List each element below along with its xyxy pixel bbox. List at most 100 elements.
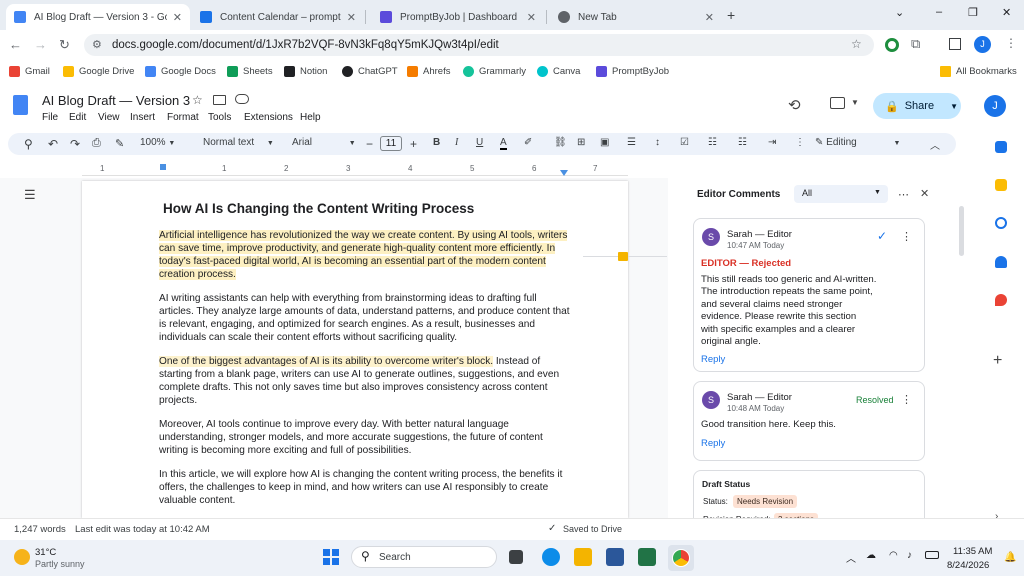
left-indent-marker[interactable] (160, 164, 166, 170)
task-view-icon[interactable] (509, 550, 523, 564)
weather-temp[interactable]: 31°C (35, 547, 56, 558)
menu-view[interactable]: View (98, 112, 120, 123)
close-tab-icon[interactable]: ✕ (347, 11, 356, 24)
close-window-button[interactable]: ✕ (1002, 6, 1011, 19)
chrome-icon[interactable] (672, 549, 690, 567)
italic-icon[interactable]: I (455, 137, 458, 148)
google-docs-logo-icon[interactable] (13, 95, 28, 115)
tab-search-icon[interactable]: ⌄ (895, 6, 904, 19)
bookmark-ahrefs[interactable]: Ahrefs (407, 66, 450, 77)
menu-edit[interactable]: Edit (69, 112, 86, 123)
minimize-button[interactable]: – (936, 6, 942, 18)
indent-icon[interactable]: ⇥ (768, 137, 776, 148)
menu-insert[interactable]: Insert (130, 112, 155, 123)
line-spacing-icon[interactable]: ↕ (655, 137, 660, 148)
insert-image-icon[interactable]: ▣ (600, 137, 609, 148)
volume-icon[interactable]: ♪ (907, 550, 912, 561)
bookmark-google-drive[interactable]: Google Drive (63, 66, 134, 77)
tab-promptbyjob-dashboard[interactable]: PromptByJob | Dashboard ✕ (372, 4, 544, 30)
underline-icon[interactable]: U (476, 137, 483, 148)
menu-file[interactable]: File (42, 112, 58, 123)
bookmark-chatgpt[interactable]: ChatGPT (342, 66, 398, 77)
style-select[interactable]: Normal text ▼ (203, 137, 274, 148)
paragraph-4[interactable]: Moreover, AI tools continue to improve e… (159, 418, 571, 457)
bookmark-sheets[interactable]: Sheets (227, 66, 273, 77)
align-icon[interactable]: ☰ (627, 137, 636, 148)
bulleted-list-icon[interactable]: ☷ (708, 137, 717, 148)
menu-help[interactable]: Help (300, 112, 321, 123)
bookmark-grammarly[interactable]: Grammarly (463, 66, 526, 77)
tasks-icon[interactable] (995, 217, 1007, 229)
bookmark-gmail[interactable]: Gmail (9, 66, 50, 77)
numbered-list-icon[interactable]: ☷ (738, 137, 747, 148)
forward-arrow-icon[interactable]: → (34, 37, 47, 52)
all-bookmarks[interactable]: All Bookmarks (940, 66, 1017, 77)
weather-sun-icon[interactable] (14, 549, 30, 565)
paragraph-1[interactable]: Artificial intelligence has revolutioniz… (159, 229, 571, 281)
comments-icon[interactable] (830, 97, 845, 109)
restore-button[interactable]: ❐ (968, 6, 978, 19)
bookmark-notion[interactable]: Notion (284, 66, 327, 77)
more-icon[interactable]: ⋮ (795, 137, 805, 148)
bookmark-canva[interactable]: Canva (537, 66, 580, 77)
increase-font-icon[interactable]: + (410, 137, 417, 151)
reply-link[interactable]: Reply (701, 354, 725, 365)
tab-ai-blog-draft[interactable]: AI Blog Draft — Version 3 - Goo ✕ (6, 4, 190, 30)
chevron-down-icon[interactable]: ▼ (851, 98, 859, 107)
taskbar-search[interactable] (351, 546, 497, 568)
maps-icon[interactable] (995, 294, 1007, 306)
contacts-icon[interactable] (995, 256, 1007, 268)
menu-extensions[interactable]: Extensions (244, 112, 293, 123)
show-hidden-icons-icon[interactable]: ︿ (846, 550, 856, 565)
font-select[interactable]: Arial ▼ (292, 137, 356, 148)
undo-icon[interactable]: ↶ (48, 137, 58, 151)
zoom-select[interactable]: 100% ▼ (140, 137, 175, 148)
account-avatar[interactable]: J (984, 95, 1006, 117)
add-addon-icon[interactable]: + (993, 352, 1002, 370)
comments-filter-select[interactable]: All ▼ (794, 185, 888, 203)
notification-bell-icon[interactable]: 🔔 (1004, 552, 1016, 563)
close-tab-icon[interactable]: ✕ (173, 11, 182, 24)
extensions-puzzle-icon[interactable]: ⧉ (911, 36, 920, 52)
bookmark-promptbyjob[interactable]: PromptByJob (596, 66, 669, 77)
menu-tools[interactable]: Tools (208, 112, 231, 123)
paragraph-5[interactable]: In this article, we will explore how AI … (159, 468, 571, 507)
word-icon[interactable] (606, 548, 624, 566)
battery-icon[interactable] (925, 551, 939, 559)
move-folder-icon[interactable] (213, 95, 226, 105)
font-size-input[interactable]: 11 (380, 136, 402, 151)
reload-icon[interactable]: ↻ (59, 37, 70, 53)
comment-more-icon[interactable]: ⋮ (901, 230, 912, 243)
menu-format[interactable]: Format (167, 112, 199, 123)
cloud-status-icon[interactable] (235, 94, 249, 104)
clock-date[interactable]: 8/24/2026 (947, 560, 989, 571)
search-placeholder[interactable]: Search (379, 552, 411, 563)
collapse-toolbar-icon[interactable]: ︿ (930, 137, 940, 152)
text-color-icon[interactable]: A (500, 137, 507, 150)
document-heading[interactable]: How AI Is Changing the Content Writing P… (163, 201, 474, 216)
share-dropdown-icon[interactable]: ▼ (950, 102, 958, 111)
profile-avatar[interactable]: J (974, 36, 991, 53)
outline-icon[interactable]: ☰ (24, 187, 36, 203)
paint-format-icon[interactable]: ✎ (115, 137, 124, 150)
resolve-check-icon[interactable]: ✓ (877, 229, 887, 243)
excel-icon[interactable] (638, 548, 656, 566)
url-text[interactable]: docs.google.com/document/d/1JxR7b2VQF-8v… (112, 39, 499, 51)
last-edit-text[interactable]: Last edit was today at 10:42 AM (75, 524, 210, 535)
search-menus-icon[interactable]: ⚲ (24, 137, 33, 151)
commented-text[interactable]: Artificial intelligence has revolutioniz… (159, 230, 568, 280)
paragraph-2[interactable]: AI writing assistants can help with ever… (159, 292, 571, 344)
word-count[interactable]: 1,247 words (14, 524, 66, 535)
right-indent-marker[interactable] (560, 170, 568, 176)
file-explorer-icon[interactable] (574, 548, 592, 566)
comment-marker-icon[interactable] (618, 252, 628, 261)
tab-content-calendar[interactable]: Content Calendar – promptbyjob ✕ (192, 4, 364, 30)
wifi-icon[interactable]: ◠ (889, 550, 898, 561)
side-panel-icon[interactable] (949, 38, 961, 50)
bookmark-google-docs[interactable]: Google Docs (145, 66, 216, 77)
clock-time[interactable]: 11:35 AM (953, 546, 992, 557)
insert-link-icon[interactable]: ⛓ (554, 137, 567, 148)
redo-icon[interactable]: ↷ (70, 137, 80, 151)
edge-icon[interactable] (542, 548, 560, 566)
checklist-icon[interactable]: ☑ (680, 137, 689, 148)
